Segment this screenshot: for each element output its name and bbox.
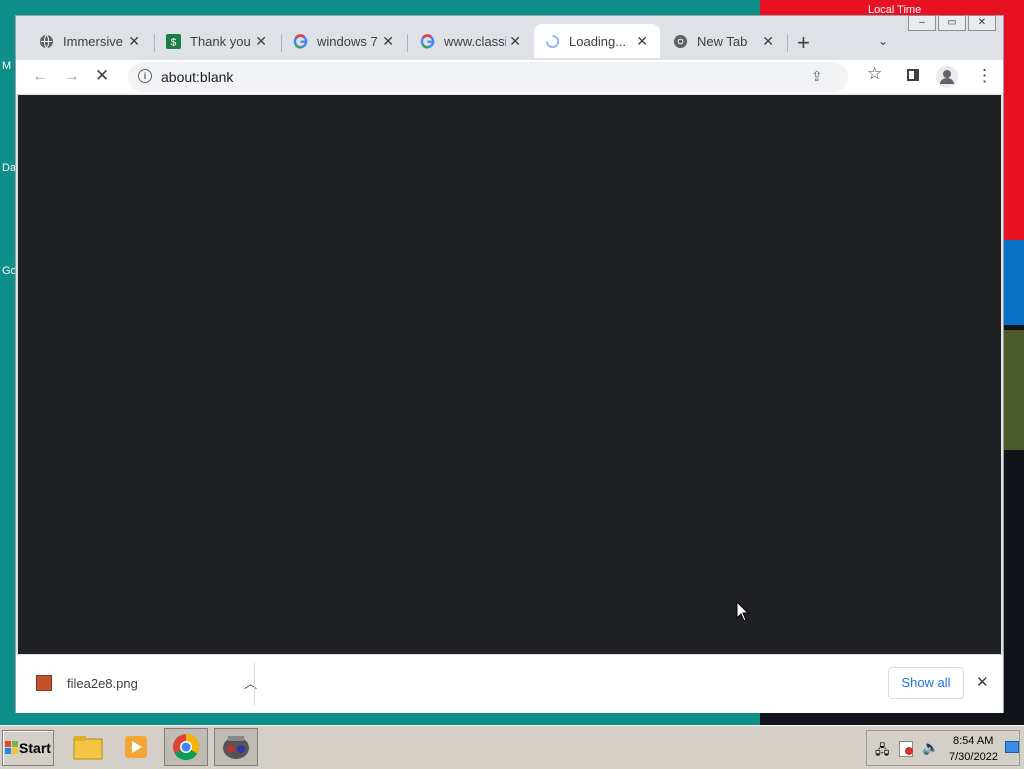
tab-close-icon[interactable]: ✕ [255,33,267,50]
tab-close-icon[interactable]: ✕ [382,33,394,50]
tab-title: windows 7 [317,33,378,49]
svg-text:$: $ [170,37,176,48]
tab-immersive-reader[interactable]: Immersive Reader ✕ [16,24,152,58]
taskbar: Start 🖧 🔈 8:54 AM 7/30/2022 [0,725,1024,769]
network-icon[interactable]: 🖧 [875,741,890,763]
google-icon [292,33,308,49]
download-item[interactable]: filea2e8.png ︿ [36,669,257,697]
close-download-bar-icon[interactable]: ✕ [976,673,989,691]
tab-thank-you[interactable]: $ Thank you for ✕ [143,24,279,58]
download-separator [254,663,255,705]
image-file-icon [36,675,52,691]
spinner-icon [544,33,560,49]
tab-close-icon[interactable]: ✕ [128,33,140,50]
error-badge-icon [905,747,913,755]
bookmark-star-icon[interactable]: ☆ [867,64,882,84]
volume-icon[interactable]: 🔈 [922,739,939,756]
start-button[interactable]: Start [2,730,54,766]
menu-kebab-icon[interactable]: ⋮ [976,66,993,86]
desktop-icon-label[interactable]: M [2,60,11,72]
forward-arrow-icon[interactable]: → [63,66,80,86]
tab-close-icon[interactable]: ✕ [636,33,648,50]
tab-separator [787,34,788,52]
browser-window: – ▭ ✕ Immersive Reader ✕ $ Thank you for… [15,15,1004,713]
address-text[interactable]: about:blank [161,69,233,85]
tab-title: Loading... [569,33,627,49]
tab-classic[interactable]: www.classic ✕ [397,24,533,58]
tab-new-tab[interactable]: New Tab ✕ [650,24,786,58]
show-all-button[interactable]: Show all [888,667,964,699]
windows-logo-icon [5,741,19,754]
mouse-cursor [736,600,750,628]
tab-close-icon[interactable]: ✕ [509,33,521,50]
back-arrow-icon[interactable]: ← [32,66,49,86]
browser-toolbar: ← → ✕ i about:blank ⇪ ☆ ⋮ [16,60,1003,94]
info-icon[interactable]: i [138,69,152,83]
show-desktop-icon[interactable] [1005,741,1019,753]
address-bar[interactable]: i about:blank ⇪ [128,62,848,92]
new-tab-button[interactable]: + [797,30,810,56]
globe-icon [38,33,54,49]
tab-title: New Tab [697,33,748,49]
stop-loading-icon[interactable]: ✕ [95,66,109,86]
chrome-taskbar-icon[interactable] [164,728,208,766]
tab-title: Thank you for [190,33,252,49]
tab-close-icon[interactable]: ✕ [762,33,774,50]
tab-loading[interactable]: Loading... ✕ [534,24,660,58]
media-player-taskbar-icon[interactable] [114,728,158,766]
desktop-icon-label[interactable]: Da [2,162,16,174]
clock-time[interactable]: 8:54 AM [953,735,993,747]
google-icon [419,33,435,49]
chrome-icon [672,33,688,49]
start-label: Start [19,740,51,756]
file-explorer-taskbar-icon[interactable] [66,728,110,766]
dollar-icon: $ [165,33,181,49]
tab-strip: Immersive Reader ✕ $ Thank you for ✕ win… [16,22,1003,60]
share-icon[interactable]: ⇪ [811,68,823,85]
side-panel-icon[interactable] [907,69,919,81]
download-filename[interactable]: filea2e8.png [67,676,138,691]
tab-search-chevron-icon[interactable]: ⌄ [878,34,888,48]
clock-date[interactable]: 7/30/2022 [949,751,998,763]
profile-avatar-icon[interactable] [936,66,958,88]
app-taskbar-icon[interactable] [214,728,258,766]
chevron-up-icon[interactable]: ︿ [244,673,257,692]
tab-windows-7[interactable]: windows 7 ✕ [270,24,406,58]
tab-title: www.classic [444,33,506,49]
system-tray: 🖧 🔈 8:54 AM 7/30/2022 [866,730,1020,766]
tab-title: Immersive Reader [63,33,125,49]
download-bar: filea2e8.png ︿ Show all ✕ [16,654,1003,713]
page-content[interactable] [18,95,1001,654]
